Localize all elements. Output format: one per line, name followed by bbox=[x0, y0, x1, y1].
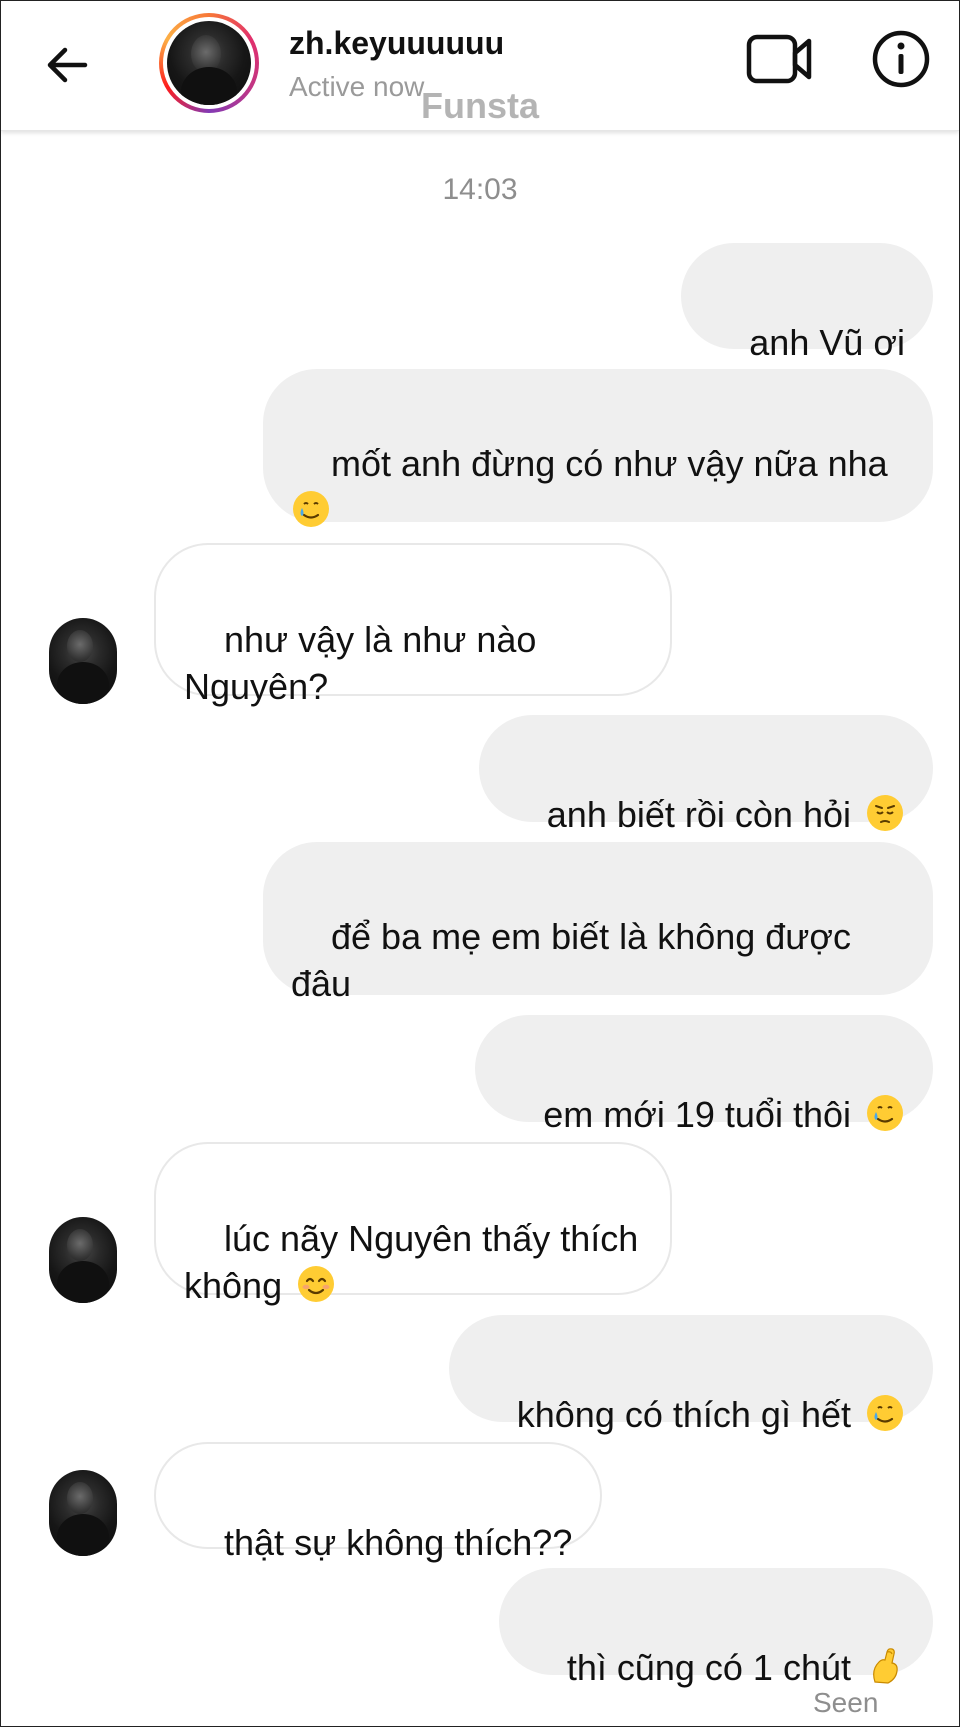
message-text: mốt anh đừng có như vậy nữa nha bbox=[331, 443, 888, 484]
smiling-face-icon bbox=[298, 1266, 335, 1302]
back-button[interactable] bbox=[37, 35, 97, 95]
watermark-text: Funsta bbox=[421, 85, 540, 126]
pensive-face-icon bbox=[867, 795, 903, 831]
message-bubble-outgoing[interactable]: để ba mẹ em biết là không được đâu bbox=[263, 842, 933, 1004]
message-bubble-outgoing[interactable]: thì cũng có 1 chút bbox=[498, 1568, 933, 1688]
video-call-button[interactable] bbox=[743, 27, 817, 91]
sender-avatar[interactable] bbox=[49, 1470, 117, 1556]
message-bubble-outgoing[interactable]: mốt anh đừng có như vậy nữa nha bbox=[263, 369, 933, 527]
message-bubble-outgoing[interactable]: em mới 19 tuổi thôi bbox=[475, 1015, 933, 1135]
pinching-hand-icon bbox=[873, 1648, 898, 1684]
message-bubble-outgoing[interactable]: anh biết rồi còn hỏi bbox=[478, 715, 933, 835]
message-text: thì cũng có 1 chút bbox=[566, 1647, 861, 1688]
message-text: anh biết rồi còn hỏi bbox=[546, 794, 861, 835]
profile-avatar[interactable] bbox=[159, 13, 259, 113]
sender-avatar[interactable] bbox=[49, 1217, 117, 1303]
arrow-left-icon bbox=[47, 47, 88, 83]
message-bubble-incoming[interactable]: như vậy là như nào Nguyên? bbox=[154, 543, 672, 707]
avatar-image bbox=[167, 21, 251, 105]
info-button[interactable] bbox=[869, 27, 933, 91]
message-bubble-incoming[interactable]: lúc nãy Nguyên thấy thích không bbox=[154, 1142, 672, 1306]
dm-screen: zh.keyuuuuuu Active now Funsta 14:03 anh… bbox=[0, 0, 960, 1727]
message-bubble-outgoing[interactable]: anh Vũ ơi bbox=[681, 243, 933, 363]
smiling-face-with-tear-icon bbox=[867, 1095, 903, 1131]
message-text: để ba mẹ em biết là không được đâu bbox=[291, 916, 852, 1004]
message-bubble-incoming[interactable]: thật sự không thích?? bbox=[154, 1442, 603, 1563]
smiling-face-with-tear-icon bbox=[867, 1395, 903, 1431]
active-status: Active now bbox=[289, 71, 425, 102]
info-icon bbox=[872, 30, 930, 88]
contact-username[interactable]: zh.keyuuuuuu bbox=[289, 25, 504, 62]
message-bubble-outgoing[interactable]: không có thích gì hết bbox=[448, 1315, 933, 1435]
message-text: thật sự không thích?? bbox=[224, 1522, 573, 1563]
message-text: như vậy là như nào Nguyên? bbox=[184, 619, 537, 707]
seen-indicator: Seen bbox=[813, 1687, 879, 1718]
message-text: em mới 19 tuổi thôi bbox=[543, 1094, 861, 1135]
video-camera-icon bbox=[746, 34, 812, 84]
message-timestamp: 14:03 bbox=[442, 173, 518, 206]
message-text: không có thích gì hết bbox=[516, 1394, 861, 1435]
smiling-face-with-tear-icon bbox=[293, 491, 329, 527]
message-text: lúc nãy Nguyên thấy thích không bbox=[184, 1218, 639, 1306]
sender-avatar[interactable] bbox=[49, 618, 117, 704]
message-text: anh Vũ ơi bbox=[749, 322, 905, 363]
